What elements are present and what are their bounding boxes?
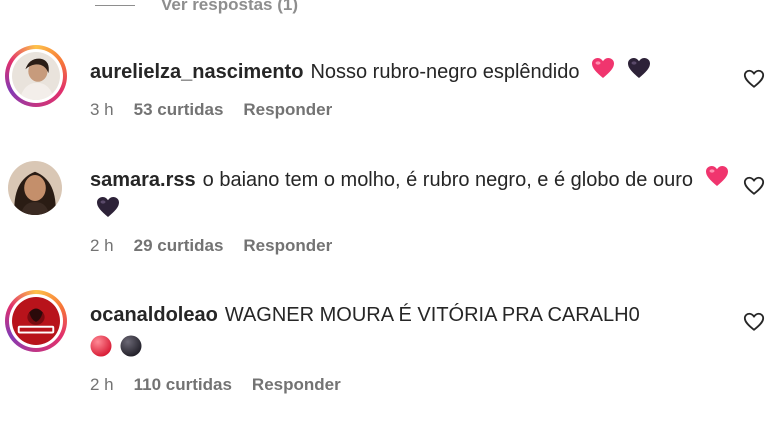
comment-body: o baiano tem o molho, é rubro negro, e é…	[202, 168, 693, 191]
avatar-story-ring[interactable]	[5, 45, 67, 107]
like-heart-icon[interactable]	[743, 175, 765, 197]
replies-divider-line	[95, 4, 135, 6]
pink-heart-icon	[705, 165, 729, 196]
comment-meta: 2 h 110 curtidas Responder	[90, 375, 341, 395]
comment-timestamp: 3 h	[90, 100, 114, 119]
black-circle-icon	[120, 335, 142, 362]
avatar-story-ring[interactable]	[5, 290, 67, 352]
comment-meta: 2 h 29 curtidas Responder	[90, 236, 332, 256]
comment-likes-count[interactable]: 29 curtidas	[134, 236, 224, 256]
avatar	[12, 297, 60, 345]
like-heart-icon[interactable]	[743, 68, 765, 90]
black-heart-icon	[96, 196, 120, 227]
avatar	[12, 52, 60, 100]
avatar[interactable]	[8, 161, 62, 215]
comment-likes-count[interactable]: 110 curtidas	[134, 375, 232, 395]
comment-body: Nosso rubro-negro esplêndido	[310, 60, 580, 83]
comment-username[interactable]: ocanaldoleao	[90, 304, 218, 326]
reply-button[interactable]: Responder	[243, 100, 332, 120]
comment-meta: 3 h 53 curtidas Responder	[90, 100, 332, 120]
reply-button[interactable]: Responder	[243, 236, 332, 256]
reply-button[interactable]: Responder	[252, 375, 341, 395]
comment-timestamp: 2 h	[90, 375, 114, 394]
comment-username[interactable]: samara.rss	[90, 169, 196, 191]
view-replies-button[interactable]: Ver respostas (1)	[95, 0, 298, 16]
comment-body: WAGNER MOURA É VITÓRIA PRA CARALH0	[224, 304, 640, 326]
red-circle-icon	[90, 335, 112, 362]
comment-text: ocanaldoleao WAGNER MOURA É VITÓRIA PRA C…	[90, 301, 730, 330]
comment-text: samara.rss o baiano tem o molho, é rubro …	[90, 165, 730, 227]
comment-likes-count[interactable]: 53 curtidas	[134, 100, 224, 120]
like-heart-icon[interactable]	[743, 311, 765, 333]
comment-username[interactable]: aurelielza_nascimento	[90, 61, 303, 83]
black-heart-icon	[627, 57, 651, 88]
comment-timestamp: 2 h	[90, 236, 114, 255]
view-replies-label: Ver respostas (1)	[161, 0, 299, 14]
comment-text: aurelielza_nascimento Nosso rubro-negro e…	[90, 57, 730, 88]
pink-heart-icon	[591, 57, 615, 88]
